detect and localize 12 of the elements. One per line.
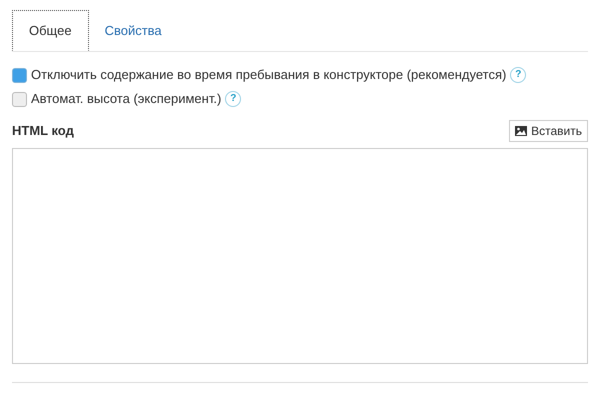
option-label: Автомат. высота (эксперимент.) [31, 90, 222, 108]
code-editor[interactable] [12, 148, 588, 364]
checkbox[interactable] [12, 92, 27, 106]
option-label: Отключить содержание во время пребывания в конструкторе (рекомендуется) [31, 66, 506, 84]
tab[interactable]: Общее [12, 10, 89, 51]
tab[interactable]: Свойства [88, 10, 178, 51]
checkbox[interactable] [12, 68, 27, 82]
section-title: HTML код [12, 122, 74, 140]
help-icon[interactable]: ? [510, 67, 526, 83]
image-icon [515, 126, 528, 136]
insert-button[interactable]: Вставить [509, 120, 588, 142]
help-icon[interactable]: ? [225, 91, 242, 107]
